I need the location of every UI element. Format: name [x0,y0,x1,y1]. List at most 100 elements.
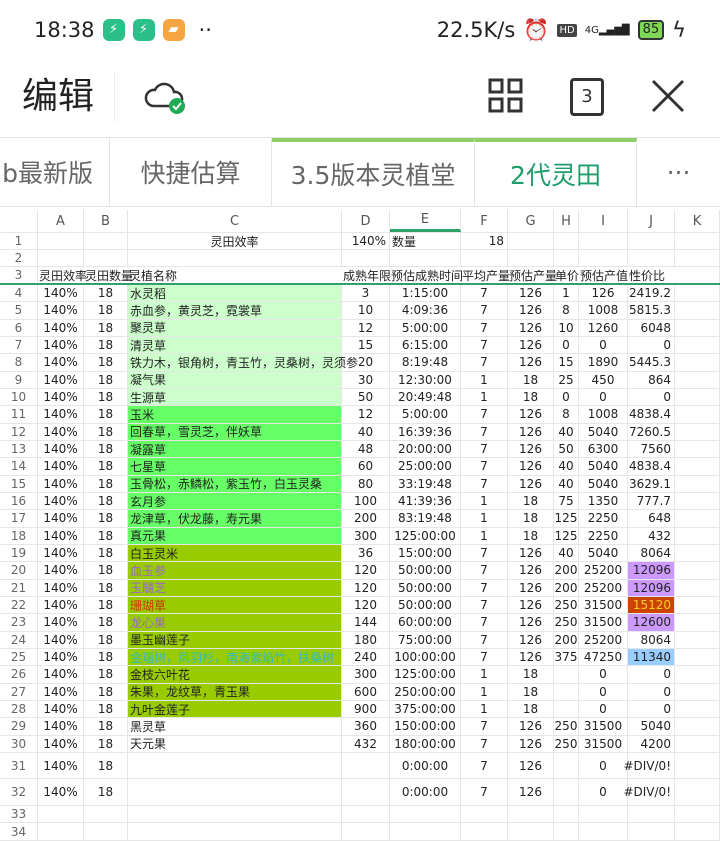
est-yield-cell[interactable]: 126 [508,354,554,371]
col-b-cell[interactable]: 18 [84,596,128,614]
value-ratio-cell[interactable]: 2419.2 [628,285,675,302]
est-yield-cell[interactable]: 126 [508,735,554,752]
row-header[interactable]: 19 [0,544,38,562]
plant-name-cell[interactable]: 凝露草 [128,440,342,458]
avg-yield-cell[interactable]: 1 [461,492,508,510]
est-value-cell[interactable]: 0 [579,683,628,700]
row-header[interactable]: 26 [0,666,38,683]
avg-yield-cell[interactable]: 7 [461,285,508,302]
col-b-cell[interactable]: 18 [84,579,128,596]
plant-name-cell[interactable]: 玉米 [128,406,342,423]
est-value-cell[interactable]: 6300 [579,440,628,458]
maturity-years-cell[interactable]: 12 [342,406,390,423]
col-a-cell[interactable]: 140% [38,700,84,718]
maturity-years-cell[interactable]: 360 [342,718,390,735]
col-a-cell[interactable]: 140% [38,371,84,388]
col-b-cell[interactable]: 18 [84,510,128,527]
col-a-cell[interactable]: 140% [38,336,84,354]
est-yield-cell[interactable]: 18 [508,492,554,510]
maturity-years-cell[interactable]: 40 [342,423,390,440]
column-title[interactable]: 性价比 [628,267,675,283]
plant-name-cell[interactable]: 黑灵草 [128,718,342,735]
unit-price-cell[interactable]: 250 [554,596,579,614]
cell[interactable] [675,752,720,779]
est-yield-cell[interactable]: 126 [508,285,554,302]
value-ratio-cell[interactable]: 12096 [628,562,675,579]
maturity-years-cell[interactable]: 20 [342,354,390,371]
column-title[interactable]: 灵田数量 [84,267,133,283]
cell[interactable] [675,388,720,406]
row-header[interactable]: 9 [0,371,38,388]
row-header[interactable]: 30 [0,735,38,752]
col-b-cell[interactable]: 18 [84,527,128,544]
col-b-cell[interactable]: 18 [84,666,128,683]
col-b-cell[interactable]: 18 [84,423,128,440]
est-value-cell[interactable]: 0 [579,700,628,718]
cell[interactable] [675,319,720,336]
unit-price-cell[interactable]: 200 [554,562,579,579]
value-ratio-cell[interactable]: 3629.1 [628,475,675,492]
cell[interactable] [461,250,508,266]
est-value-cell[interactable]: 2250 [579,510,628,527]
est-value-cell[interactable]: 5040 [579,544,628,562]
avg-yield-cell[interactable]: 7 [461,406,508,423]
avg-yield-cell[interactable]: 7 [461,631,508,648]
avg-yield-cell[interactable]: 7 [461,614,508,631]
est-value-cell[interactable]: 0 [579,388,628,406]
col-b-cell[interactable]: 18 [84,388,128,406]
unit-price-cell[interactable]: 10 [554,319,579,336]
est-yield-cell[interactable]: 18 [508,510,554,527]
col-a-cell[interactable]: 140% [38,735,84,752]
col-a-cell[interactable]: 140% [38,319,84,336]
value-ratio-cell[interactable]: 12096 [628,579,675,596]
maturity-years-cell[interactable]: 100 [342,492,390,510]
col-b-cell[interactable]: 18 [84,752,128,779]
cell[interactable] [38,823,84,840]
cell[interactable] [675,631,720,648]
unit-price-cell[interactable]: 0 [554,388,579,406]
cell[interactable] [675,250,720,266]
row-header[interactable]: 27 [0,683,38,700]
est-time-cell[interactable]: 5:00:00 [390,319,461,336]
row-header[interactable]: 23 [0,614,38,631]
est-value-cell[interactable]: 1350 [579,492,628,510]
cell[interactable] [461,823,508,840]
cell[interactable] [675,527,720,544]
col-b-cell[interactable]: 18 [84,735,128,752]
col-b-cell[interactable]: 18 [84,614,128,631]
value-ratio-cell[interactable]: 4838.4 [628,406,675,423]
column-title[interactable]: 预估产量 [508,267,557,283]
cell[interactable] [675,700,720,718]
est-time-cell[interactable]: 150:00:00 [390,718,461,735]
maturity-years-cell[interactable]: 50 [342,388,390,406]
cloud-synced-icon[interactable] [143,76,189,116]
row-header[interactable]: 16 [0,492,38,510]
cell[interactable] [675,614,720,631]
col-a-cell[interactable]: 140% [38,648,84,666]
avg-yield-cell[interactable]: 7 [461,544,508,562]
col-a-cell[interactable]: 140% [38,562,84,579]
plant-name-cell[interactable]: 金瑙树，凤羽杉，南海紫焰竹，扶桑树 [128,648,342,666]
value-ratio-cell[interactable]: 0 [628,700,675,718]
plant-name-cell[interactable]: 金枝六叶花 [128,666,342,683]
plant-name-cell[interactable]: 九叶金莲子 [128,700,342,718]
est-time-cell[interactable]: 0:00:00 [390,779,461,805]
unit-price-cell[interactable]: 1 [554,285,579,302]
row-header[interactable]: 20 [0,562,38,579]
est-yield-cell[interactable]: 126 [508,648,554,666]
row-header[interactable]: 8 [0,354,38,371]
est-value-cell[interactable]: 1260 [579,319,628,336]
select-all-corner[interactable] [0,210,38,232]
est-yield-cell[interactable]: 126 [508,475,554,492]
est-time-cell[interactable]: 12:30:00 [390,371,461,388]
value-ratio-cell[interactable]: 777.7 [628,492,675,510]
row-header[interactable]: 22 [0,596,38,614]
cell[interactable] [554,805,579,823]
value-ratio-cell[interactable]: 648 [628,510,675,527]
cell[interactable] [461,805,508,823]
cell[interactable] [675,423,720,440]
cell[interactable] [675,406,720,423]
grid-view-icon[interactable] [488,78,524,114]
est-time-cell[interactable]: 83:19:48 [390,510,461,527]
cell[interactable] [628,233,675,249]
